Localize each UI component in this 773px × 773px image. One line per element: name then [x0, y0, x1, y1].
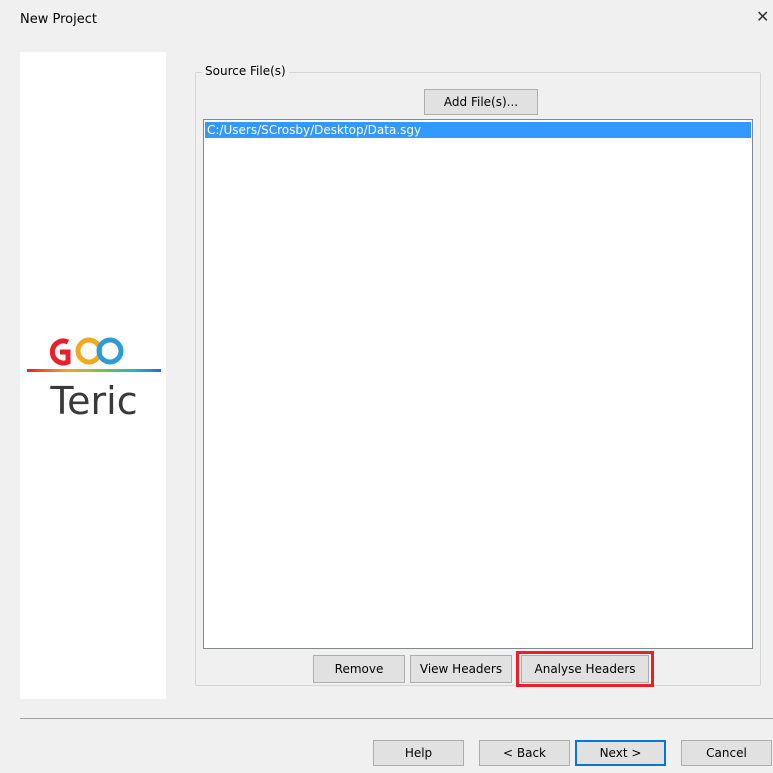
back-button[interactable]: < Back	[479, 740, 570, 766]
help-button[interactable]: Help	[373, 740, 464, 766]
source-files-list[interactable]: C:/Users/SCrosby/Desktop/Data.sgy	[203, 119, 753, 649]
source-files-label: Source File(s)	[202, 64, 289, 78]
next-button[interactable]: Next >	[575, 740, 666, 766]
footer-separator	[20, 718, 773, 719]
close-icon[interactable]: ✕	[756, 9, 769, 25]
cancel-button[interactable]: Cancel	[681, 740, 772, 766]
window-title: New Project	[20, 12, 97, 27]
list-item[interactable]: C:/Users/SCrosby/Desktop/Data.sgy	[205, 122, 751, 138]
analyse-headers-highlight	[516, 651, 654, 687]
geoteric-logo: Teric	[27, 337, 161, 423]
add-files-button[interactable]: Add File(s)...	[424, 89, 538, 115]
view-headers-button[interactable]: View Headers	[410, 655, 512, 683]
remove-button[interactable]: Remove	[313, 655, 405, 683]
logo-wordmark: Teric	[49, 379, 137, 423]
